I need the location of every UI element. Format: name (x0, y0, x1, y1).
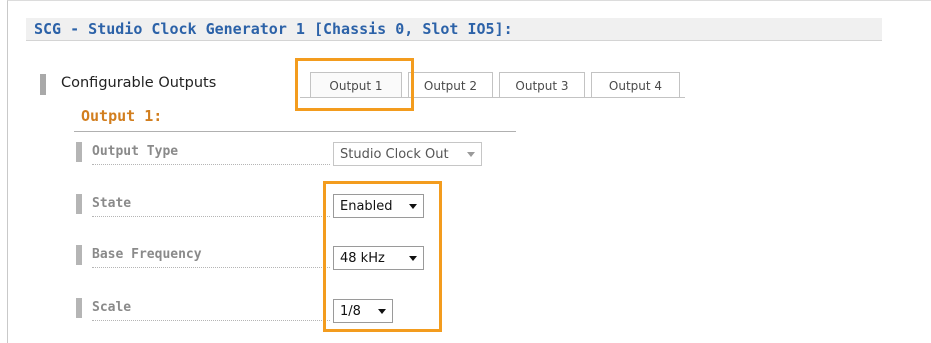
output-type-label: Output Type (92, 144, 179, 159)
scale-label: Scale (92, 300, 132, 315)
scale-value: 1/8 (340, 303, 361, 319)
tab-output-1[interactable]: Output 1 (310, 72, 402, 98)
chevron-down-icon (378, 309, 386, 314)
state-label: State (92, 196, 132, 211)
base-frequency-value: 48 kHz (340, 250, 385, 266)
base-frequency-select[interactable]: 48 kHz (333, 246, 424, 270)
panel-header: SCG - Studio Clock Generator 1 [Chassis … (26, 18, 882, 41)
row-marker (76, 194, 82, 214)
row-divider (92, 267, 330, 268)
row-marker (76, 298, 82, 318)
section-marker (40, 74, 46, 95)
row-divider (92, 216, 330, 217)
output-type-select: Studio Clock Out (333, 142, 482, 166)
output-heading: Output 1: (81, 107, 163, 125)
row-marker (76, 142, 82, 162)
state-select[interactable]: Enabled (333, 194, 424, 218)
state-value: Enabled (340, 198, 393, 214)
tabs-divider (300, 97, 685, 98)
chevron-down-icon (409, 204, 417, 209)
section-title: Configurable Outputs (61, 75, 217, 91)
chevron-down-icon (409, 256, 417, 261)
row-divider (92, 164, 330, 165)
row-divider (92, 320, 330, 321)
heading-divider (74, 131, 516, 132)
scale-select[interactable]: 1/8 (333, 299, 393, 323)
chevron-down-icon (467, 152, 475, 157)
tab-output-4[interactable]: Output 4 (591, 72, 680, 98)
output-type-value: Studio Clock Out (340, 146, 449, 162)
page-title: SCG - Studio Clock Generator 1 [Chassis … (34, 20, 513, 38)
config-panel (7, 0, 931, 343)
row-marker (76, 245, 82, 265)
base-frequency-label: Base Frequency (92, 247, 202, 262)
tab-output-3[interactable]: Output 3 (499, 72, 585, 98)
tab-output-2[interactable]: Output 2 (408, 72, 493, 98)
